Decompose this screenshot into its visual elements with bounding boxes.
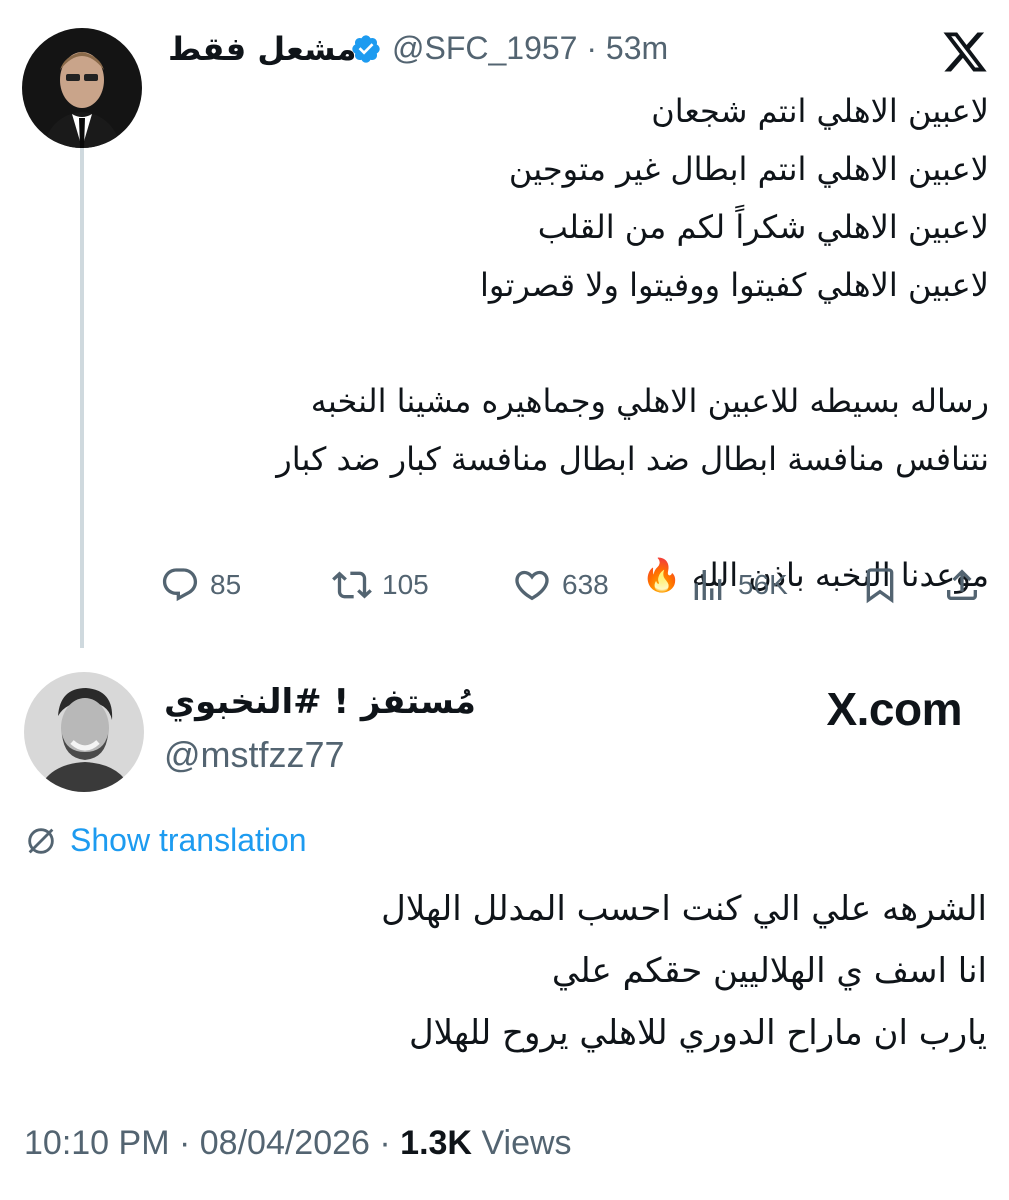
reply-author-name[interactable]: مُستفز ! #النخبوي: [164, 682, 476, 722]
tweet-action-bar: 85 105 638 56K: [160, 560, 989, 610]
share-button[interactable]: [942, 560, 982, 610]
quoted-tweet-header: مشعل فقط @SFC_1957 · 53m: [160, 28, 989, 72]
bookmark-icon: [866, 568, 894, 604]
reply-button[interactable]: 85: [160, 560, 241, 610]
like-count: 638: [562, 569, 609, 600]
xcom-brand: X.com: [826, 683, 962, 735]
views-icon: [694, 570, 722, 600]
separator-dot: ·: [379, 1124, 391, 1162]
reply-count: 85: [210, 569, 242, 600]
translate-icon: [28, 827, 54, 854]
quoted-tweet-text: لاعبين الاهلي انتم شجعان لاعبين الاهلي ا…: [276, 92, 989, 594]
separator-dot: ·: [178, 1124, 191, 1162]
tweet-date[interactable]: 08/04/2026: [200, 1124, 370, 1162]
quoted-author-avatar[interactable]: [22, 28, 142, 148]
verified-badge-icon: [352, 35, 380, 63]
bookmark-button[interactable]: [860, 560, 900, 610]
reply-author-avatar[interactable]: [24, 672, 144, 792]
like-button[interactable]: 638: [512, 560, 609, 610]
quoted-handle-and-time[interactable]: @SFC_1957 · 53m: [392, 30, 668, 67]
x-logo-icon[interactable]: [941, 28, 989, 76]
share-icon: [947, 569, 977, 600]
tweet-time[interactable]: 10:10 PM: [24, 1124, 170, 1162]
show-translation-label: Show translation: [70, 822, 307, 858]
repost-icon: [332, 571, 372, 599]
repost-count: 105: [382, 569, 429, 600]
reply-author-handle[interactable]: @mstfzz77: [164, 734, 345, 776]
tweet-meta: 10:10 PM · 08/04/2026 · 1.3K Views: [24, 1124, 572, 1163]
quoted-author-name[interactable]: مشعل فقط: [168, 30, 356, 68]
reply-tweet-text: الشرهه علي الي كنت احسب المدلل الهلال ان…: [381, 889, 987, 1053]
like-icon: [515, 570, 549, 601]
view-count: 56K: [738, 569, 788, 600]
views-button[interactable]: 56K: [688, 560, 788, 610]
quoted-tweet-time: 53m: [605, 30, 669, 66]
thread-connector-line: [80, 148, 84, 648]
reply-icon: [162, 568, 198, 602]
show-translation-button[interactable]: Show translation: [24, 822, 307, 859]
quoted-author-handle: @SFC_1957: [392, 30, 578, 66]
reply-author-block: مُستفز ! #النخبوي @mstfzz77 X.com: [24, 672, 984, 792]
separator-dot: ·: [586, 30, 598, 66]
views-label: Views: [481, 1124, 572, 1162]
views-count: 1.3K: [400, 1124, 472, 1162]
repost-button[interactable]: 105: [332, 560, 429, 610]
